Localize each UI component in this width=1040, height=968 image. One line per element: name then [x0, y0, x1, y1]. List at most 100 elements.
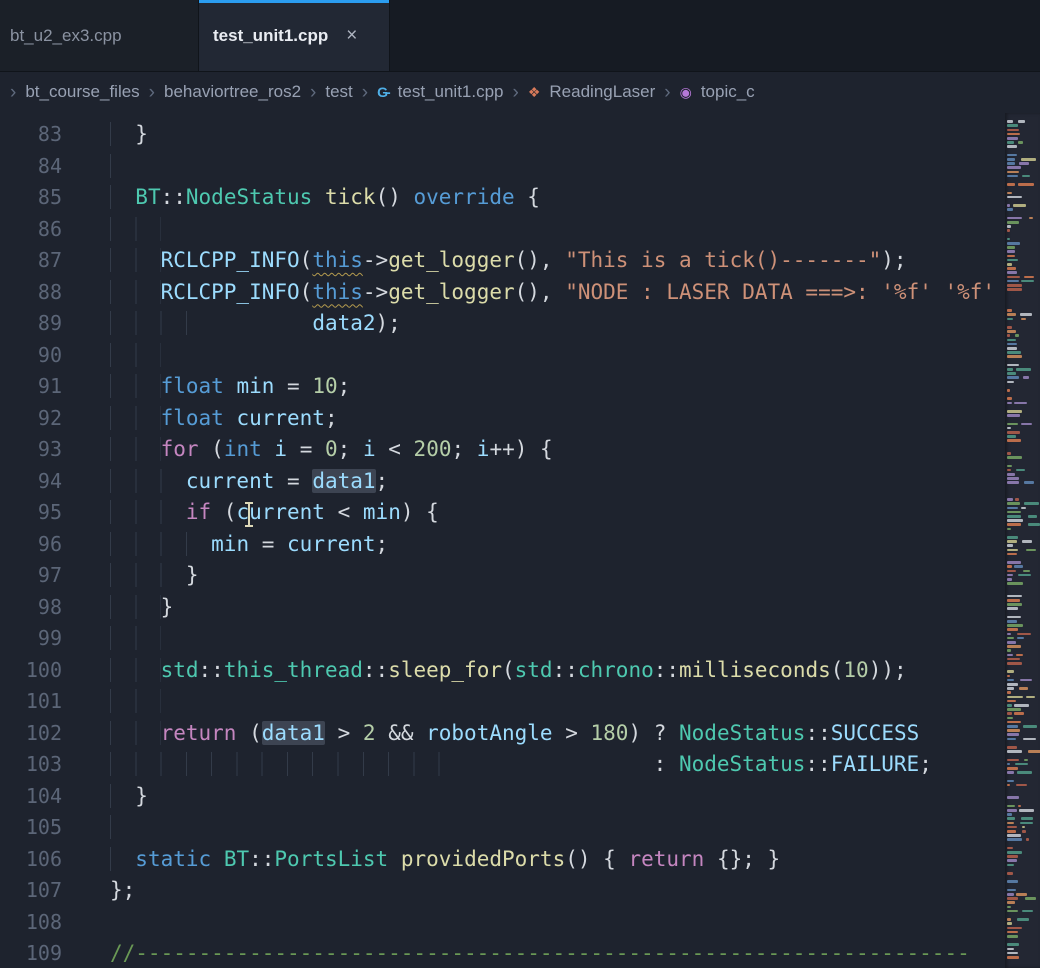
line-number[interactable]: 104: [0, 781, 62, 813]
code-line[interactable]: 107};: [0, 875, 1005, 907]
code-line[interactable]: 109//-----------------------------------…: [0, 938, 1005, 968]
tab-test-unit1[interactable]: test_unit1.cpp ×: [199, 0, 390, 71]
code-text[interactable]: RCLCPP_INFO(this->get_logger(), "NODE : …: [62, 277, 995, 309]
tab-label: bt_u2_ex3.cpp: [10, 26, 122, 46]
code-text[interactable]: data2);: [62, 308, 401, 340]
code-line[interactable]: 84: [0, 151, 1005, 183]
code-line[interactable]: 94 current = data1;: [0, 466, 1005, 498]
line-number[interactable]: 86: [0, 214, 62, 246]
code-text[interactable]: min = current;: [62, 529, 388, 561]
breadcrumb-item-test[interactable]: test: [325, 82, 352, 102]
code-text[interactable]: [62, 812, 135, 844]
chevron-right-icon: ›: [310, 83, 316, 102]
line-number[interactable]: 98: [0, 592, 62, 624]
code-line[interactable]: 96 min = current;: [0, 529, 1005, 561]
code-line[interactable]: 88 RCLCPP_INFO(this->get_logger(), "NODE…: [0, 277, 1005, 309]
minimap[interactable]: [1005, 113, 1040, 968]
code-line[interactable]: 93 for (int i = 0; i < 200; i++) {: [0, 434, 1005, 466]
code-line[interactable]: 101: [0, 686, 1005, 718]
code-text[interactable]: [62, 151, 135, 183]
line-number[interactable]: 109: [0, 938, 62, 968]
code-text[interactable]: [62, 623, 161, 655]
line-number[interactable]: 102: [0, 718, 62, 750]
line-number[interactable]: 92: [0, 403, 62, 435]
chevron-right-icon: ›: [664, 83, 670, 102]
code-line[interactable]: 86: [0, 214, 1005, 246]
code-line[interactable]: 103 : NodeStatus::FAILURE;: [0, 749, 1005, 781]
code-editor-window: bt_u2_ex3.cpp test_unit1.cpp × › bt_cour…: [0, 0, 1040, 968]
line-number[interactable]: 100: [0, 655, 62, 687]
line-number[interactable]: 106: [0, 844, 62, 876]
code-line[interactable]: 91 float min = 10;: [0, 371, 1005, 403]
line-number[interactable]: 87: [0, 245, 62, 277]
code-lines[interactable]: 83 }84 85 BT::NodeStatus tick() override…: [0, 119, 1005, 968]
breadcrumb-item-topic[interactable]: topic_c: [701, 82, 755, 102]
line-number[interactable]: 93: [0, 434, 62, 466]
line-number[interactable]: 96: [0, 529, 62, 561]
code-text[interactable]: //--------------------------------------…: [62, 938, 970, 968]
line-number[interactable]: 105: [0, 812, 62, 844]
code-line[interactable]: 100 std::this_thread::sleep_for(std::chr…: [0, 655, 1005, 687]
line-number[interactable]: 99: [0, 623, 62, 655]
code-text[interactable]: RCLCPP_INFO(this->get_logger(), "This is…: [62, 245, 907, 277]
line-number[interactable]: 91: [0, 371, 62, 403]
code-text[interactable]: };: [62, 875, 135, 907]
line-number[interactable]: 83: [0, 119, 62, 151]
code-line[interactable]: 87 RCLCPP_INFO(this->get_logger(), "This…: [0, 245, 1005, 277]
method-symbol-icon: ◉: [680, 85, 692, 99]
line-number[interactable]: 88: [0, 277, 62, 309]
code-text[interactable]: [62, 214, 161, 246]
line-number[interactable]: 108: [0, 907, 62, 939]
code-text[interactable]: }: [62, 560, 199, 592]
line-number[interactable]: 94: [0, 466, 62, 498]
code-area[interactable]: 83 }84 85 BT::NodeStatus tick() override…: [0, 113, 1005, 968]
line-number[interactable]: 107: [0, 875, 62, 907]
code-line[interactable]: 106 static BT::PortsList providedPorts()…: [0, 844, 1005, 876]
code-text[interactable]: float min = 10;: [62, 371, 350, 403]
code-text[interactable]: std::this_thread::sleep_for(std::chrono:…: [62, 655, 907, 687]
line-number[interactable]: 95: [0, 497, 62, 529]
line-number[interactable]: 97: [0, 560, 62, 592]
breadcrumb-item-bt-course-files[interactable]: bt_course_files: [25, 82, 139, 102]
code-text[interactable]: [62, 907, 110, 939]
code-line[interactable]: 97 }: [0, 560, 1005, 592]
code-line[interactable]: 102 return (data1 > 2 && robotAngle > 18…: [0, 718, 1005, 750]
breadcrumb-item-test-unit1-cpp[interactable]: test_unit1.cpp: [398, 82, 504, 102]
line-number[interactable]: 89: [0, 308, 62, 340]
tab-bt-u2-ex3[interactable]: bt_u2_ex3.cpp: [0, 0, 199, 71]
code-text[interactable]: for (int i = 0; i < 200; i++) {: [62, 434, 553, 466]
code-line[interactable]: 108: [0, 907, 1005, 939]
line-number[interactable]: 101: [0, 686, 62, 718]
code-text[interactable]: [62, 340, 161, 372]
breadcrumb-item-readinglaser[interactable]: ReadingLaser: [549, 82, 655, 102]
breadcrumb-item-behaviortree-ros2[interactable]: behaviortree_ros2: [164, 82, 301, 102]
code-text[interactable]: }: [62, 592, 173, 624]
line-number[interactable]: 84: [0, 151, 62, 183]
code-text[interactable]: float current;: [62, 403, 338, 435]
code-text[interactable]: : NodeStatus::FAILURE;: [62, 749, 932, 781]
line-number[interactable]: 90: [0, 340, 62, 372]
editor-pane[interactable]: 83 }84 85 BT::NodeStatus tick() override…: [0, 113, 1040, 968]
code-line[interactable]: 89 data2);: [0, 308, 1005, 340]
code-line[interactable]: 98 }: [0, 592, 1005, 624]
code-line[interactable]: 95 if (current < min) {: [0, 497, 1005, 529]
code-line[interactable]: 105: [0, 812, 1005, 844]
code-text[interactable]: [62, 686, 161, 718]
code-text[interactable]: current = data1;: [62, 466, 388, 498]
breadcrumb: › bt_course_files › behaviortree_ros2 › …: [0, 72, 1040, 112]
code-text[interactable]: }: [62, 781, 148, 813]
code-line[interactable]: 83 }: [0, 119, 1005, 151]
code-text[interactable]: return (data1 > 2 && robotAngle > 180) ?…: [62, 718, 919, 750]
code-text[interactable]: static BT::PortsList providedPorts() { r…: [62, 844, 780, 876]
code-text[interactable]: }: [62, 119, 148, 151]
code-line[interactable]: 85 BT::NodeStatus tick() override {: [0, 182, 1005, 214]
close-icon[interactable]: ×: [346, 25, 357, 47]
code-line[interactable]: 99: [0, 623, 1005, 655]
code-line[interactable]: 104 }: [0, 781, 1005, 813]
code-text[interactable]: BT::NodeStatus tick() override {: [62, 182, 540, 214]
code-text[interactable]: if (current < min) {: [62, 497, 439, 529]
code-line[interactable]: 92 float current;: [0, 403, 1005, 435]
line-number[interactable]: 85: [0, 182, 62, 214]
line-number[interactable]: 103: [0, 749, 62, 781]
code-line[interactable]: 90: [0, 340, 1005, 372]
